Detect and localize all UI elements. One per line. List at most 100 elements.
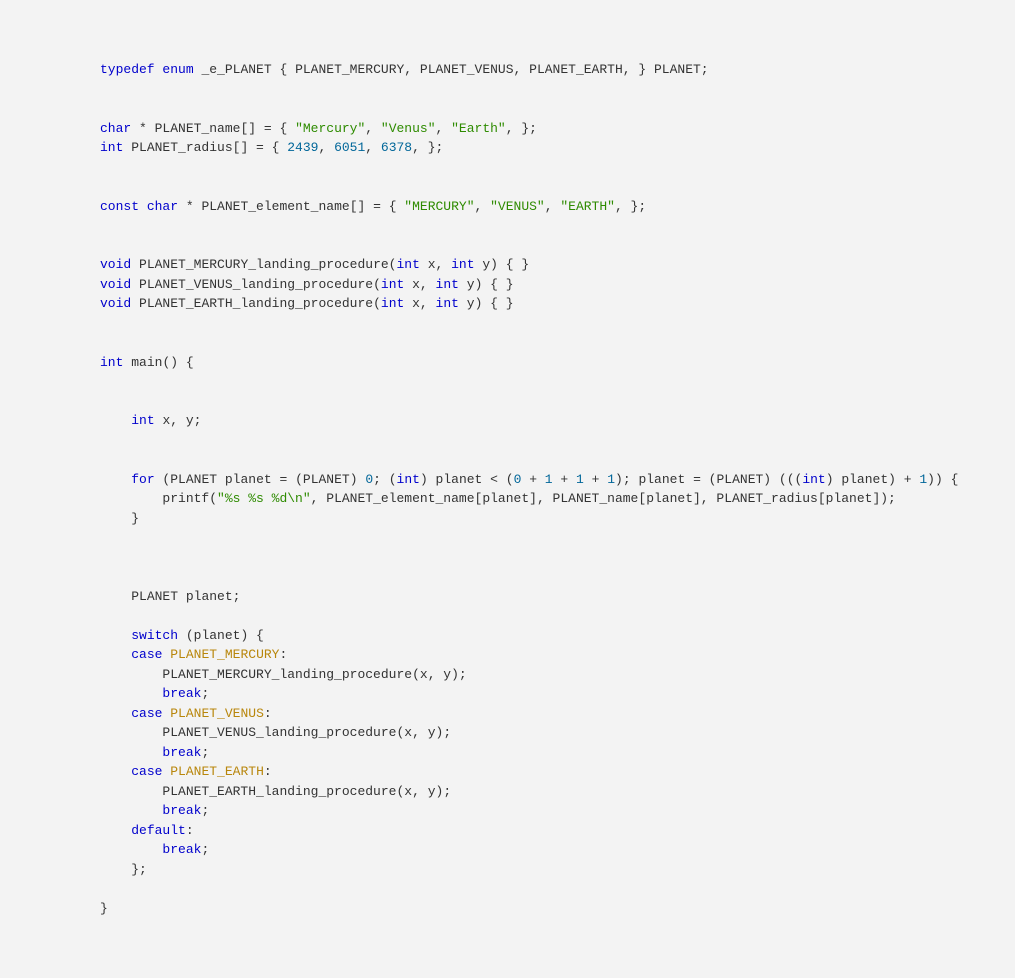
string-literal: "%s %s %d\n" [217, 491, 311, 506]
line: PLANET_VENUS_landing_procedure(x, y); [100, 725, 451, 740]
line: PLANET_MERCURY_landing_procedure(x, y); [100, 667, 467, 682]
identifier: PLANET [716, 472, 763, 487]
code-block: typedef enum _e_PLANET { PLANET_MERCURY,… [0, 0, 1015, 978]
identifier: PLANET_VENUS [420, 62, 514, 77]
identifier: y [428, 725, 436, 740]
function-name: PLANET_MERCURY_landing_procedure [139, 257, 389, 272]
keyword-break: break [162, 803, 201, 818]
number-literal: 1 [576, 472, 584, 487]
identifier: PLANET_EARTH [529, 62, 623, 77]
identifier: planet [826, 491, 873, 506]
keyword-int: int [436, 277, 459, 292]
line: typedef enum _e_PLANET { PLANET_MERCURY,… [100, 62, 709, 77]
number-literal: 0 [514, 472, 522, 487]
identifier: PLANET_name [553, 491, 639, 506]
line: default: [100, 823, 194, 838]
keyword-int: int [100, 140, 123, 155]
line: char * PLANET_name[] = { "Mercury", "Ven… [100, 121, 537, 136]
line: }; [100, 862, 147, 877]
identifier: x [162, 413, 170, 428]
identifier: PLANET [654, 62, 701, 77]
identifier: x [420, 667, 428, 682]
keyword-int: int [131, 413, 154, 428]
keyword-int: int [381, 277, 404, 292]
identifier: planet [482, 491, 529, 506]
function-name: PLANET_EARTH_landing_procedure [139, 296, 373, 311]
keyword-void: void [100, 257, 131, 272]
function-call: PLANET_EARTH_landing_procedure [162, 784, 396, 799]
identifier: PLANET [131, 589, 178, 604]
number-literal: 6051 [334, 140, 365, 155]
keyword-int: int [802, 472, 825, 487]
keyword-for: for [131, 472, 154, 487]
identifier: x [412, 296, 420, 311]
keyword-void: void [100, 296, 131, 311]
keyword-case: case [131, 764, 162, 779]
identifier: y [467, 277, 475, 292]
keyword-int: int [100, 355, 123, 370]
identifier: planet [194, 628, 241, 643]
identifier: x [404, 784, 412, 799]
enum-constant: PLANET_MERCURY [170, 647, 279, 662]
line: break; [100, 745, 209, 760]
number-literal: 0 [365, 472, 373, 487]
keyword-break: break [162, 842, 201, 857]
keyword-break: break [162, 686, 201, 701]
function-name: main [131, 355, 162, 370]
identifier: planet [841, 472, 888, 487]
number-literal: 1 [919, 472, 927, 487]
identifier: planet [186, 589, 233, 604]
line: break; [100, 686, 209, 701]
identifier: PLANET_MERCURY [295, 62, 404, 77]
identifier: x [412, 277, 420, 292]
keyword-case: case [131, 706, 162, 721]
string-literal: "EARTH" [560, 199, 615, 214]
keyword-case: case [131, 647, 162, 662]
line: void PLANET_EARTH_landing_procedure(int … [100, 296, 514, 311]
line: case PLANET_VENUS: [100, 706, 272, 721]
string-literal: "MERCURY" [404, 199, 474, 214]
line: case PLANET_EARTH: [100, 764, 272, 779]
line: } [100, 901, 108, 916]
keyword-default: default [131, 823, 186, 838]
keyword-char: char [100, 121, 131, 136]
function-call: PLANET_VENUS_landing_procedure [162, 725, 396, 740]
keyword-void: void [100, 277, 131, 292]
identifier: PLANET_element_name [326, 491, 474, 506]
line: void PLANET_MERCURY_landing_procedure(in… [100, 257, 529, 272]
identifier: PLANET_name [155, 121, 241, 136]
line: switch (planet) { [100, 628, 264, 643]
enum-constant: PLANET_VENUS [170, 706, 264, 721]
identifier: PLANET_element_name [201, 199, 349, 214]
line: case PLANET_MERCURY: [100, 647, 287, 662]
identifier: PLANET [170, 472, 217, 487]
line: int main() { [100, 355, 194, 370]
identifier: y [443, 667, 451, 682]
keyword-break: break [162, 745, 201, 760]
string-literal: "Mercury" [295, 121, 365, 136]
line: PLANET_EARTH_landing_procedure(x, y); [100, 784, 451, 799]
keyword-int: int [397, 472, 420, 487]
identifier: x [404, 725, 412, 740]
string-literal: "VENUS" [490, 199, 545, 214]
identifier: _e_PLANET [201, 62, 271, 77]
keyword-int: int [381, 296, 404, 311]
line: } [100, 511, 139, 526]
line: for (PLANET planet = (PLANET) 0; (int) p… [100, 472, 958, 487]
identifier: PLANET_radius [131, 140, 232, 155]
identifier: x [428, 257, 436, 272]
keyword-enum: enum [162, 62, 193, 77]
line: PLANET planet; [100, 589, 240, 604]
identifier: planet [436, 472, 483, 487]
identifier: planet [638, 472, 685, 487]
keyword-const: const [100, 199, 139, 214]
enum-constant: PLANET_EARTH [170, 764, 264, 779]
line: break; [100, 803, 209, 818]
function-call: printf [162, 491, 209, 506]
function-call: PLANET_MERCURY_landing_procedure [162, 667, 412, 682]
line: int x, y; [100, 413, 201, 428]
keyword-typedef: typedef [100, 62, 155, 77]
number-literal: 2439 [287, 140, 318, 155]
identifier: y [428, 784, 436, 799]
keyword-int: int [436, 296, 459, 311]
